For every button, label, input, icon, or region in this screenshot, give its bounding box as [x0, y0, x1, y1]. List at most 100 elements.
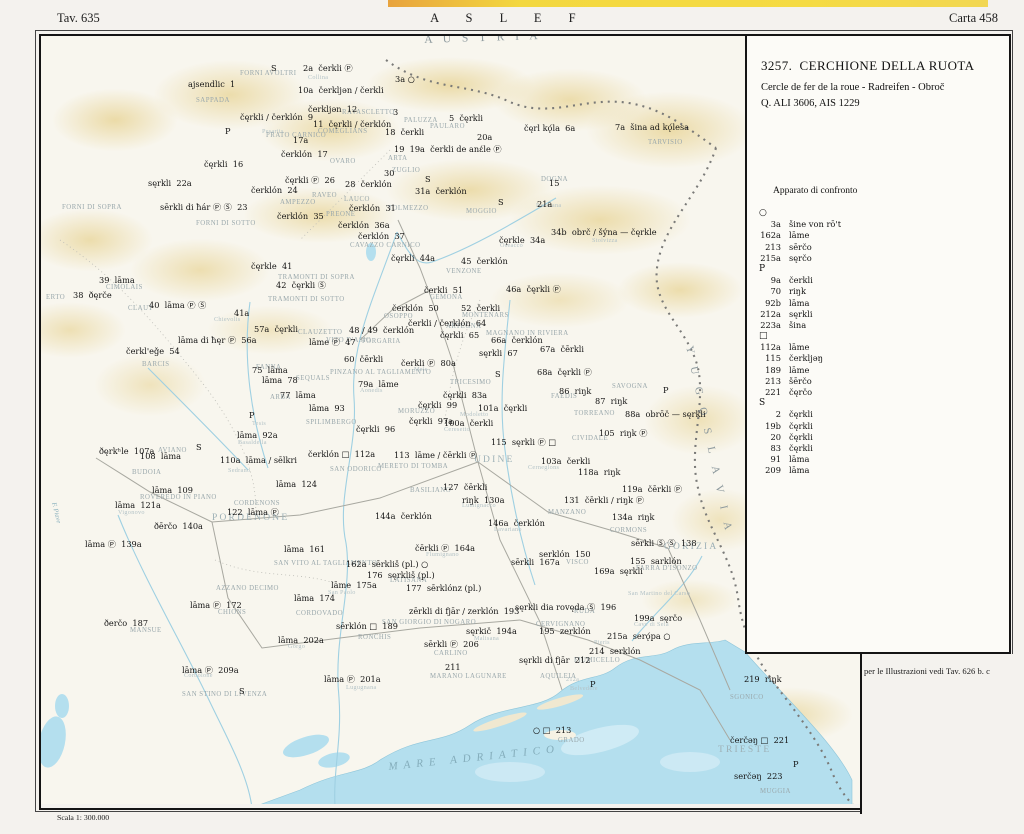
apparato-entry: 162a lāme	[755, 230, 985, 241]
illustrations-note: per le Illustrazioni vedi Tav. 626 b. c	[864, 666, 990, 676]
place-label: PINZANO AL TAGLIAMENTO	[330, 369, 432, 376]
dialect-form: čerkli	[789, 275, 813, 286]
place-label: TRICESIMO	[450, 379, 492, 386]
point-number: 215a	[760, 252, 781, 263]
map-point-label: čerklón 31	[349, 203, 396, 213]
apparato-entry: 115 čerkljəŋ	[755, 353, 985, 364]
place-label: CORDOVADO	[296, 610, 344, 617]
map-point-label: čerklón 24	[251, 185, 298, 195]
place-label: TARVISIO	[648, 139, 683, 146]
map-point-label: 34b obrč / šýna — čęrkle	[551, 227, 657, 237]
map-point-label: P	[590, 679, 596, 689]
map-point-label: čērkli Ⓟ 164a	[415, 543, 476, 553]
atlas-sheet: Tav. 635 A S L E F Carta 458 A U S T R I…	[0, 0, 1024, 834]
questionnaire-reference: Q. ALI 3606, AIS 1229	[761, 98, 860, 109]
map-point-label: 57a čęrkli	[254, 324, 299, 334]
point-number: 115	[765, 353, 781, 364]
map-point-label: ðęrkʰle 107a	[99, 446, 155, 456]
map-point-label: 127 čērkli	[443, 482, 488, 492]
point-number: 20	[770, 431, 781, 442]
map-point-label: S	[498, 197, 504, 207]
apparato-entry: 83 čęrkli	[755, 443, 985, 454]
map-point-label: čęrkle 41	[251, 261, 293, 271]
map-point-label: 11 čęrkli / čerklón	[313, 119, 392, 129]
map-point-label: S	[425, 174, 431, 184]
map-point-label: 103a čerkli	[541, 456, 591, 466]
place-label: FORNI AVOLTRI	[240, 70, 297, 77]
apparato-entry: 20 čęrkli	[755, 432, 985, 443]
place-label: FORNI DI SOPRA	[62, 204, 122, 211]
map-point-label: 21a	[537, 199, 553, 209]
place-label: MANSUE	[130, 627, 162, 634]
point-number: 9a	[770, 275, 781, 286]
apparato-entry: 213 sērčo	[755, 242, 985, 253]
map-point-label: 162a sērkliš (pl.) ○	[346, 559, 429, 569]
apparato-group-symbol: S	[759, 398, 766, 409]
dialect-form: čęrkli	[789, 442, 813, 453]
map-point-label: 19 19a čerkli de anɛ́le Ⓟ	[394, 144, 502, 154]
atlas-title: A S L E F	[430, 11, 588, 25]
map-point-label: lāma 109	[152, 485, 193, 495]
region-label: A U S T R I A	[424, 36, 542, 46]
map-point-label: 110a lāma / sēlkri	[220, 455, 297, 465]
hamlet-label: Basaldella	[238, 439, 267, 446]
map-point-label: 199a sęrčo	[634, 613, 683, 623]
place-label: GRADO	[558, 737, 585, 744]
concept-translations: Cercle de fer de la roue - Radreifen - O…	[761, 82, 945, 93]
hamlet-label: Lugugnana	[346, 684, 377, 691]
map-point-label: lāme 175a	[331, 580, 377, 590]
map-point-label: 105 riŋk Ⓟ	[599, 428, 648, 438]
map-point-label: 42 čęrkli Ⓢ	[276, 280, 326, 290]
dialect-form: čęrkli	[789, 431, 813, 442]
map-point-label: 119a čērkli Ⓟ	[622, 484, 683, 494]
map-point-label: čerklón 35	[277, 211, 324, 221]
map-point-label: 60 čērkli	[344, 354, 384, 364]
map-point-label: 67a čērkli	[540, 344, 585, 354]
map-point-label: lāma 93	[309, 403, 345, 413]
map-point-label: 20a	[477, 132, 493, 142]
map-point-label: sērkli Ⓢ Ⓢ 138	[631, 538, 697, 548]
map-point-label: 146a čerklón	[488, 518, 545, 528]
map-point-label: čęrkli Ⓟ 26	[285, 175, 335, 185]
hamlet-label: Stolvizza	[592, 237, 618, 244]
place-label: ARTA	[388, 155, 408, 162]
map-point-label: čerklón □ 112a	[308, 449, 376, 459]
place-label: SAVOGNA	[612, 383, 648, 390]
map-point-label: 131 čērkli / riŋk Ⓟ	[564, 495, 644, 505]
apparato-entry: 19b čęrkli	[755, 421, 985, 432]
point-number: 189	[765, 364, 781, 375]
apparato-entry: 189 lāme	[755, 365, 985, 376]
place-label: AMPEZZO	[280, 199, 316, 206]
map-point-label: 28 čerklón	[345, 179, 392, 189]
region-label: F. Piave	[50, 501, 63, 525]
map-point-label: sęrkli di fjār 212	[519, 655, 591, 665]
apparato-entry: 112a lāme	[755, 342, 985, 353]
map-point-label: sērklón □ 189	[336, 621, 398, 631]
dialect-form: šina	[789, 319, 807, 330]
place-label: CHIONS	[218, 609, 247, 616]
place-label: VISCO	[566, 559, 589, 566]
map-point-label: 115 sęrkli Ⓟ □	[491, 437, 557, 447]
dialect-form: sęrčo	[789, 252, 812, 263]
point-number: 70	[770, 286, 781, 297]
place-label: MOGGIO	[466, 208, 497, 215]
dialect-form: čęrčo	[789, 387, 813, 397]
apparato-entry: 215a sęrčo	[755, 253, 985, 264]
map-point-label: lāma 174	[294, 593, 335, 603]
place-label: CORMONS	[610, 527, 648, 534]
place-label: SEQUALS	[296, 375, 331, 382]
point-number: 213	[765, 241, 781, 252]
place-label: ZUGLIO	[392, 167, 421, 174]
place-label: BARCIS	[142, 361, 170, 368]
place-label: GEMONA	[430, 294, 463, 301]
map-point-label: lāma 78	[262, 375, 298, 385]
map-point-label: lāma Ⓟ 172	[190, 600, 242, 610]
point-number: 162a	[760, 230, 781, 241]
map-point-label: lāma di ħęr Ⓟ 56a	[178, 335, 257, 345]
map-point-label: 48 / 49 čerklón	[349, 325, 415, 335]
place-label: FORNI DI SOTTO	[196, 220, 256, 227]
dialect-form: lāma	[789, 454, 810, 465]
hamlet-label: Tesis	[252, 420, 267, 427]
map-point-label: čerklón 37	[358, 231, 405, 241]
map-point-label: ðerčo 187	[104, 618, 149, 628]
